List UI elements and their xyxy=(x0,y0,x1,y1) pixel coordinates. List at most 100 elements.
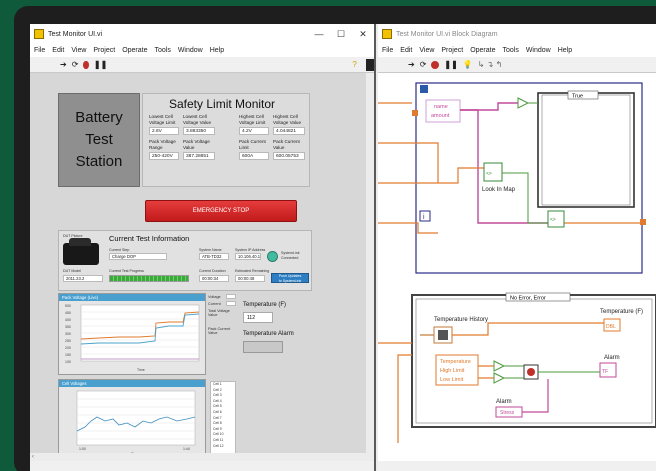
window-title: Test Monitor UI.vi Block Diagram xyxy=(396,30,498,38)
pack-voltage-range-value: 250-420V xyxy=(149,152,179,160)
push-updates-button[interactable]: Push Updates to SystemLink xyxy=(271,273,309,283)
pack-voltage-chart-title: Pack Voltage (Live) xyxy=(59,294,205,301)
xlabel: Time xyxy=(137,368,145,372)
highlight-execution-icon[interactable]: 💡 xyxy=(463,60,473,69)
ytick: 500 xyxy=(65,304,71,308)
header-pack-current-value: Pack Current Value xyxy=(273,139,300,150)
remaining-value: 00:00:48 xyxy=(235,275,265,282)
progress-label: Current Test Progress xyxy=(109,269,144,273)
ytick: 200 xyxy=(65,346,71,350)
ytick: 450 xyxy=(65,311,71,315)
battery-line-2: Test xyxy=(85,131,113,148)
toolbar: ➔ ⟳ ❚❚ 💡 ↳ ↴ ↰ xyxy=(378,57,656,73)
alarm-indicator-label: Alarm xyxy=(604,355,620,361)
menu-window[interactable]: Window xyxy=(526,47,551,54)
cell-legend: Cell 1 Cell 2 Cell 3 Cell 4 Cell 5 Cell … xyxy=(210,381,236,457)
safety-limit-monitor: Safety Limit Monitor Lowest Cell Voltage … xyxy=(142,93,310,187)
horizontal-scrollbar[interactable]: ‹ xyxy=(30,453,374,461)
chart1-pack-current: Pack Current Value xyxy=(208,327,231,336)
test-progress-bar xyxy=(109,275,189,282)
maximize-button[interactable]: ☐ xyxy=(330,29,352,40)
bundle-input xyxy=(412,110,418,116)
toolbar: ➔ ⟳ ❚❚ ? xyxy=(30,57,374,73)
run-continuous-icon[interactable]: ⟳ xyxy=(72,60,79,69)
menu-project[interactable]: Project xyxy=(441,47,463,54)
pause-icon[interactable]: ❚❚ xyxy=(94,60,107,69)
temperature-value: 112 xyxy=(243,312,273,323)
labview-vi-icon xyxy=(34,29,44,39)
menu-operate[interactable]: Operate xyxy=(122,47,147,54)
abort-icon[interactable] xyxy=(83,60,89,69)
temperature-alarm-indicator xyxy=(243,341,283,353)
menu-edit[interactable]: Edit xyxy=(400,47,412,54)
remaining-label: Estimated Remaining xyxy=(235,269,270,273)
chart1-total-voltage: Total Voltage Value xyxy=(208,309,230,318)
front-panel: Battery Test Station Safety Limit Monito… xyxy=(30,73,374,461)
run-continuous-icon[interactable]: ⟳ xyxy=(420,60,427,69)
window-title: Test Monitor UI.vi xyxy=(48,30,103,38)
bundle-amount: amount xyxy=(431,113,450,119)
run-arrow-icon[interactable]: ➔ xyxy=(60,60,67,69)
alarm-item: Stress xyxy=(500,410,515,416)
or-glyph xyxy=(527,368,535,376)
temperature-label: Temperature (F) xyxy=(243,302,287,308)
run-arrow-icon[interactable]: ➔ xyxy=(408,60,415,69)
step-icons[interactable]: ↳ ↴ ↰ xyxy=(478,60,503,69)
bundle2-high: High Limit xyxy=(440,368,465,374)
cell-voltages-plot: 1:00 1:44 Time xyxy=(76,390,196,456)
menu-view[interactable]: View xyxy=(419,47,434,54)
menu-edit[interactable]: Edit xyxy=(52,47,64,54)
menu-tools[interactable]: Tools xyxy=(502,47,518,54)
bundle2-temp: Temperature xyxy=(440,359,471,365)
abort-icon[interactable] xyxy=(431,60,440,69)
minimize-button[interactable]: — xyxy=(308,29,330,40)
menu-view[interactable]: View xyxy=(71,47,86,54)
header-highest-cell-limit: Highest Cell Voltage Limit xyxy=(239,114,266,125)
pack-current-value: 600.05753 xyxy=(273,152,305,160)
ytick: 250 xyxy=(65,339,71,343)
battery-line-3: Station xyxy=(75,153,123,170)
pack-voltage-plot: 500 450 400 350 300 250 200 150 100 Time xyxy=(65,304,200,372)
xtick: 1:00 xyxy=(79,447,86,451)
vertical-scrollbar[interactable] xyxy=(366,73,374,453)
system-ip-label: System IP Address xyxy=(235,248,266,252)
elapsed-value: 00:00:34 xyxy=(199,275,229,282)
menu-file[interactable]: File xyxy=(382,47,393,54)
temp-history-label: Temperature History xyxy=(434,317,488,323)
menu-file[interactable]: File xyxy=(34,47,45,54)
menu-window[interactable]: Window xyxy=(178,47,203,54)
close-button[interactable]: ✕ xyxy=(352,29,374,40)
temperature-alarm-label: Temperature Alarm xyxy=(243,331,294,337)
highest-cell-value: 4.044821 xyxy=(273,127,305,135)
help-icon[interactable]: ? xyxy=(352,60,356,69)
menu-project[interactable]: Project xyxy=(93,47,115,54)
pause-icon[interactable]: ❚❚ xyxy=(444,60,457,69)
cell-voltages-chart-title: Cell Voltages xyxy=(59,380,205,387)
bundle2-low: Low Limit xyxy=(440,377,464,383)
cell-voltages-chart[interactable]: Cell Voltages 1:00 1:44 Time xyxy=(58,379,206,457)
ytick: 400 xyxy=(65,318,71,322)
chart1-current-box xyxy=(226,301,236,306)
elapsed-label: Current Duration xyxy=(199,269,226,273)
menu-operate[interactable]: Operate xyxy=(470,47,495,54)
front-panel-titlebar[interactable]: Test Monitor UI.vi — ☐ ✕ xyxy=(30,24,374,44)
emergency-stop-button[interactable]: EMERGENCY STOP xyxy=(145,200,297,222)
compare-low xyxy=(493,372,506,384)
block-diagram-titlebar[interactable]: Test Monitor UI.vi Block Diagram xyxy=(378,24,656,44)
current-step-value: Charge DOP xyxy=(109,253,167,260)
menu-help[interactable]: Help xyxy=(210,47,224,54)
lookup-label: Look In Map xyxy=(482,187,516,193)
dut-model-label: DUT Model xyxy=(63,269,82,273)
labview-vi-icon xyxy=(382,29,392,39)
block-diagram-canvas: i True name amount <> Look In Map <> No … xyxy=(378,73,656,461)
header-lowest-cell-limit: Lowest Cell Voltage Limit xyxy=(149,114,176,125)
header-pack-voltage-range: Pack Voltage Range xyxy=(149,139,176,150)
vi-connector-icon xyxy=(365,58,374,71)
system-ip-value: 10.106.40.1 xyxy=(235,253,261,260)
temp-history-glyph xyxy=(438,330,448,340)
pack-voltage-chart[interactable]: Pack Voltage (Live) 500 450 400 350 300 … xyxy=(58,293,206,375)
menu-help[interactable]: Help xyxy=(558,47,572,54)
temp-terminal-glyph: DBL xyxy=(606,324,616,330)
menu-tools[interactable]: Tools xyxy=(154,47,170,54)
header-lowest-cell-value: Lowest Cell Voltage Value xyxy=(183,114,212,125)
